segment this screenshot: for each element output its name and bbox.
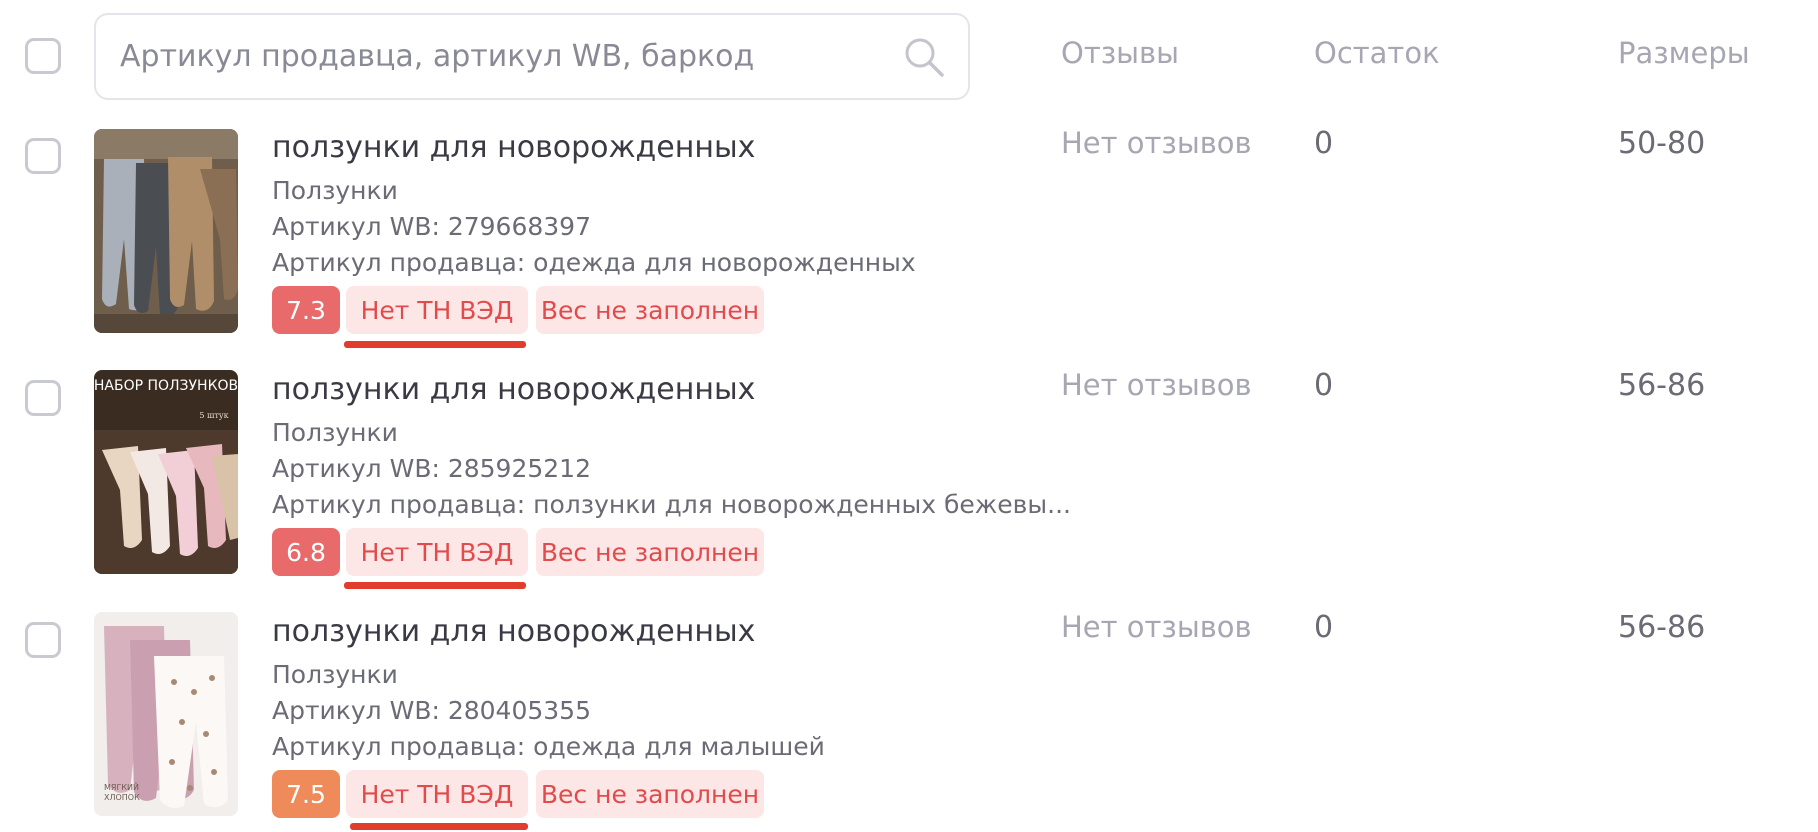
product-category: Ползунки — [272, 660, 398, 689]
product-category: Ползунки — [272, 176, 398, 205]
wb-article: Артикул WB: 279668397 — [272, 212, 591, 241]
sizes-value: 56-86 — [1618, 368, 1706, 403]
seller-article: Артикул продавца: ползунки для новорожде… — [272, 490, 1071, 519]
tag-no-tnved[interactable]: Нет ТН ВЭД — [346, 770, 528, 818]
product-category: Ползунки — [272, 418, 398, 447]
tag-no-tnved[interactable]: Нет ТН ВЭД — [346, 286, 528, 334]
search-icon[interactable] — [902, 35, 946, 79]
product-row[interactable]: НАБОР ПОЛЗУНКОВ 5 штук ползунки для ново… — [0, 368, 1818, 590]
select-all-checkbox[interactable] — [25, 38, 61, 74]
seller-article: Артикул продавца: одежда для новорожденн… — [272, 248, 916, 277]
reviews-value: Нет отзывов — [1061, 368, 1252, 402]
reviews-value: Нет отзывов — [1061, 610, 1252, 644]
reviews-value: Нет отзывов — [1061, 126, 1252, 160]
tag-weight-missing[interactable]: Вес не заполнен — [536, 770, 764, 818]
column-header-sizes[interactable]: Размеры — [1618, 36, 1750, 70]
product-title[interactable]: ползунки для новорожденных — [272, 372, 755, 407]
highlight-underline — [344, 582, 526, 589]
wb-article: Артикул WB: 285925212 — [272, 454, 591, 483]
product-image[interactable]: НАБОР ПОЛЗУНКОВ 5 штук — [94, 370, 238, 574]
wb-article: Артикул WB: 280405355 — [272, 696, 591, 725]
image-caption-2: ХЛОПОК — [104, 793, 140, 802]
seller-article: Артикул продавца: одежда для малышей — [272, 732, 825, 761]
tag-weight-missing[interactable]: Вес не заполнен — [536, 528, 764, 576]
image-count-text: 5 штук — [199, 411, 228, 420]
stock-value: 0 — [1314, 126, 1334, 161]
row-checkbox[interactable] — [25, 138, 61, 174]
rating-badge: 6.8 — [272, 528, 340, 576]
rating-badge: 7.3 — [272, 286, 340, 334]
search-box[interactable] — [94, 13, 970, 100]
product-title[interactable]: ползунки для новорожденных — [272, 130, 755, 165]
image-banner-text: НАБОР ПОЛЗУНКОВ — [94, 378, 238, 394]
column-header-reviews[interactable]: Отзывы — [1061, 36, 1179, 70]
product-image[interactable] — [94, 129, 238, 333]
row-checkbox[interactable] — [25, 622, 61, 658]
highlight-underline — [344, 341, 526, 348]
tag-weight-missing[interactable]: Вес не заполнен — [536, 286, 764, 334]
image-caption-1: МЯГКИЙ — [104, 781, 139, 792]
row-checkbox[interactable] — [25, 380, 61, 416]
column-header-stock[interactable]: Остаток — [1314, 36, 1440, 70]
search-input[interactable] — [120, 15, 880, 98]
tag-no-tnved[interactable]: Нет ТН ВЭД — [346, 528, 528, 576]
product-row[interactable]: ползунки для новорожденных Ползунки Арти… — [0, 126, 1818, 348]
sizes-value: 50-80 — [1618, 126, 1706, 161]
highlight-underline — [350, 823, 528, 830]
stock-value: 0 — [1314, 368, 1334, 403]
stock-value: 0 — [1314, 610, 1334, 645]
product-image[interactable]: МЯГКИЙ ХЛОПОК — [94, 612, 238, 816]
product-title[interactable]: ползунки для новорожденных — [272, 614, 755, 649]
product-row[interactable]: МЯГКИЙ ХЛОПОК ползунки для новорожденных… — [0, 610, 1818, 832]
sizes-value: 56-86 — [1618, 610, 1706, 645]
rating-badge: 7.5 — [272, 770, 340, 818]
